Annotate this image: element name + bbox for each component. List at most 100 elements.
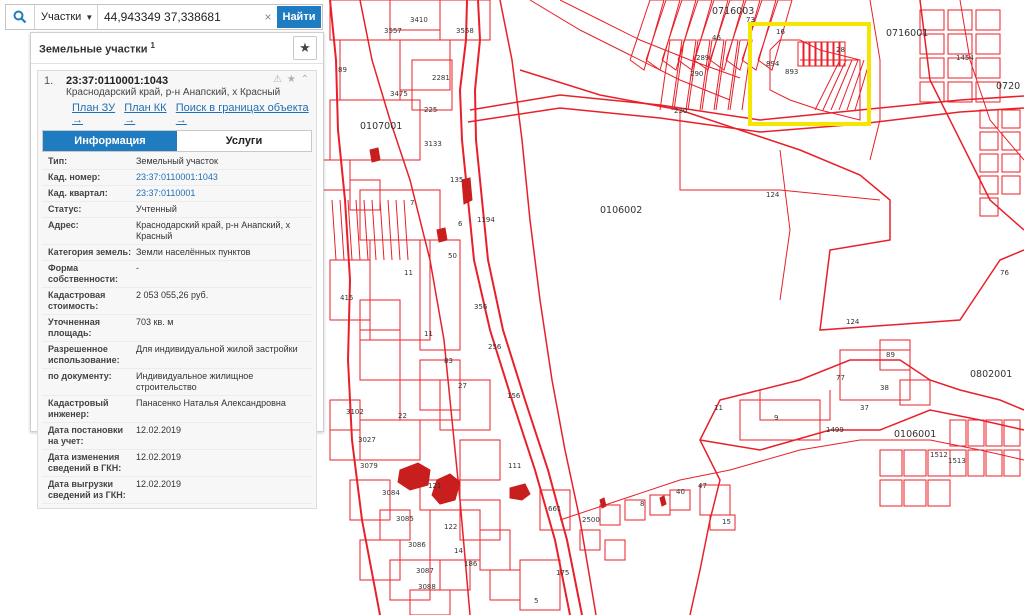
result-count: 1 xyxy=(150,40,155,50)
find-button[interactable]: Найти xyxy=(277,6,321,28)
clear-icon[interactable]: × xyxy=(260,5,276,29)
parcel-label: 7 xyxy=(410,199,414,207)
parcel-label: 135 xyxy=(450,176,463,184)
quarter-label: 0107001 xyxy=(360,121,402,132)
parcel-label: 47 xyxy=(698,482,707,490)
parcel-label: 3084 xyxy=(382,489,400,497)
parcel-label: 77 xyxy=(836,374,845,382)
property-label: Статус: xyxy=(48,204,82,214)
property-row: Дата изменения сведений в ГКН: 12.02.2019 xyxy=(42,450,312,477)
quarter-label: 0802001 xyxy=(970,369,1012,380)
parcel-label: 3557 xyxy=(384,27,402,35)
parcel-label: 3085 xyxy=(396,515,414,523)
chevron-down-icon: ▼ xyxy=(85,12,94,22)
parcel-label: 16 xyxy=(776,28,785,36)
quarter-label: 0106002 xyxy=(600,205,642,216)
parcel-label: 27 xyxy=(458,382,467,390)
quarter-label: 0716001 xyxy=(886,28,928,39)
parcel-label: 37 xyxy=(860,404,869,412)
result-links: План ЗУ → План КК → Поиск в границах объ… xyxy=(38,100,316,130)
parcel-label: 1513 xyxy=(948,457,966,465)
property-label: Тип: xyxy=(48,156,68,166)
parcel-label: 15 xyxy=(722,518,731,526)
parcel-label: 356 xyxy=(474,303,488,311)
property-label: Категория земель: xyxy=(48,247,132,257)
parcel-label: 256 xyxy=(488,343,502,351)
search-in-bounds-link[interactable]: Поиск в границах объекта → xyxy=(176,102,310,126)
parcel-label: 230 xyxy=(674,107,687,115)
parcel-label: 11 xyxy=(714,404,723,412)
property-label: Дата выгрузки сведений из ГКН: xyxy=(48,479,126,500)
plan-zu-link[interactable]: План ЗУ → xyxy=(72,102,124,126)
result-action-icons[interactable]: ⚠ ★ ⌃ xyxy=(273,74,310,85)
warning-icon[interactable]: ⚠ xyxy=(273,74,283,85)
property-row: Форма собственности: - xyxy=(42,261,312,288)
parcel-label: 3079 xyxy=(360,462,378,470)
chevron-up-icon[interactable]: ⌃ xyxy=(301,74,310,85)
parcel-label: 2500 xyxy=(582,516,600,524)
parcel-label: 3410 xyxy=(410,16,428,24)
parcel-label: 121 xyxy=(428,482,441,490)
parcel-label: 1499 xyxy=(826,426,844,434)
parcel-label: 83 xyxy=(444,357,453,365)
parcel-label: 3558 xyxy=(456,27,474,35)
parcel-label: 175 xyxy=(556,569,569,577)
property-value: Учтенный xyxy=(136,204,177,214)
property-label: Дата постановки на учет: xyxy=(48,425,124,446)
property-row: Дата выгрузки сведений из ГКН: 12.02.2019 xyxy=(42,477,312,504)
parcel-label: 50 xyxy=(448,252,457,260)
parcel-label: 8 xyxy=(640,500,644,508)
parcel-label: 186 xyxy=(464,560,478,568)
property-value: 12.02.2019 xyxy=(136,479,182,489)
tab-information[interactable]: Информация xyxy=(43,131,177,151)
parcel-label: 111 xyxy=(508,462,521,470)
property-value: Краснодарский край, р-н Анапский, х Крас… xyxy=(136,220,291,241)
property-label: Кадастровый инженер: xyxy=(48,398,109,419)
plan-kk-link[interactable]: План КК → xyxy=(124,102,176,126)
property-label: Форма собственности: xyxy=(48,263,118,284)
parcel-label: 11 xyxy=(424,330,433,338)
property-value-link[interactable]: 23:37:0110001 xyxy=(132,188,312,199)
search-input[interactable] xyxy=(98,5,260,29)
parcel-label: 3086 xyxy=(408,541,426,549)
parcel-label: 89 xyxy=(338,66,347,74)
property-value: - xyxy=(136,263,139,273)
parcel-label: 1512 xyxy=(930,451,948,459)
parcel-label: 9 xyxy=(774,414,778,422)
parcel-label: 122 xyxy=(444,523,457,531)
result-address: Краснодарский край, р-н Анапский, х Крас… xyxy=(66,87,281,98)
parcel-label: 6 xyxy=(458,220,463,228)
property-label: Дата изменения сведений в ГКН: xyxy=(48,452,122,473)
star-icon[interactable]: ★ xyxy=(287,74,297,85)
result-card: 1. 23:37:0110001:1043 Краснодарский край… xyxy=(37,70,317,509)
property-value: 2 053 055,26 руб. xyxy=(136,290,209,300)
search-icon[interactable] xyxy=(6,5,35,29)
parcel-label: 3027 xyxy=(358,436,376,444)
property-value-link[interactable]: 23:37:0110001:1043 xyxy=(132,172,312,183)
parcel-label: 76 xyxy=(1000,269,1009,277)
parcel-label: 124 xyxy=(846,318,860,326)
tab-services[interactable]: Услуги xyxy=(177,131,311,151)
result-index: 1. xyxy=(44,75,54,87)
parcel-label: 894 xyxy=(766,60,780,68)
property-value: Индивидуальное жилищное строительство xyxy=(136,371,254,392)
parcel-label: 1194 xyxy=(477,216,495,224)
property-value: Земли населённых пунктов xyxy=(136,247,251,257)
layer-dropdown[interactable]: Участки ▼ xyxy=(35,5,98,29)
property-value: 12.02.2019 xyxy=(136,425,182,435)
property-row: Категория земель: Земли населённых пункто… xyxy=(42,245,312,261)
result-header[interactable]: 1. 23:37:0110001:1043 Краснодарский край… xyxy=(38,71,316,100)
property-label: Кад. номер: xyxy=(48,172,101,182)
quarter-label: 0106001 xyxy=(894,429,936,440)
quarter-label: 0720 xyxy=(996,81,1020,92)
property-label: Уточненная площадь: xyxy=(48,317,100,338)
property-row: Дата постановки на учет: 12.02.2019 xyxy=(42,423,312,450)
property-row: Разрешенное использование: Для индивидуал… xyxy=(42,342,312,369)
property-value: Для индивидуальной жилой застройки xyxy=(136,344,298,354)
layer-dropdown-label: Участки xyxy=(41,11,82,23)
parcel-label: 3133 xyxy=(424,140,442,148)
parcel-label: 3087 xyxy=(416,567,434,575)
parcel-label: 14 xyxy=(454,547,463,555)
favorite-star-button[interactable]: ★ xyxy=(293,36,317,60)
parcel-label: 2281 xyxy=(432,74,450,82)
